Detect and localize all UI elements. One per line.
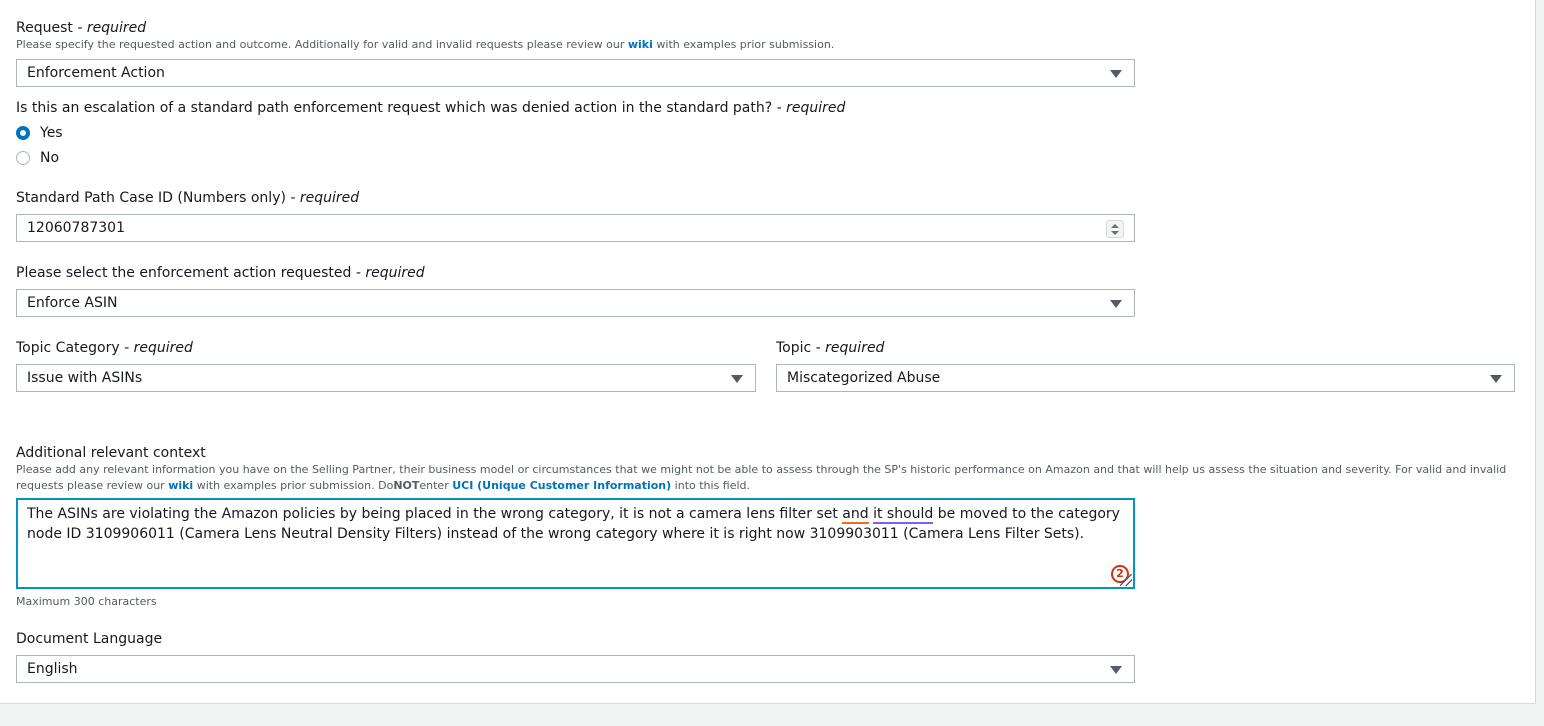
request-select[interactable]: Enforcement Action: [16, 59, 1135, 87]
escalation-label: Is this an escalation of a standard path…: [16, 100, 846, 116]
request-description: Please specify the requested action and …: [16, 38, 835, 51]
document-language-select[interactable]: English: [16, 655, 1135, 683]
stepper-up-icon[interactable]: [1111, 224, 1119, 228]
escalation-no-label[interactable]: No: [40, 149, 59, 167]
document-language-label: Document Language: [16, 631, 163, 647]
form-panel: Request - required Please specify the re…: [0, 0, 1536, 704]
caret-down-icon: [1110, 70, 1122, 78]
caret-down-icon: [731, 375, 743, 383]
topic-category-label: Topic Category - required: [16, 340, 193, 356]
uci-link[interactable]: UCI (Unique Customer Information): [452, 479, 671, 492]
caret-down-icon: [1110, 300, 1122, 308]
escalation-no-radio[interactable]: [16, 151, 30, 165]
caret-down-icon: [1490, 375, 1502, 383]
escalation-yes-radio[interactable]: [16, 126, 30, 140]
topic-label: Topic - required: [776, 340, 885, 356]
topic-select[interactable]: Miscategorized Abuse: [776, 364, 1515, 392]
context-wiki-link[interactable]: wiki: [168, 479, 193, 492]
caret-down-icon: [1110, 666, 1122, 674]
grammar-suggestion[interactable]: it should: [873, 506, 934, 524]
stepper-down-icon[interactable]: [1111, 231, 1119, 235]
context-label: Additional relevant context: [16, 445, 206, 461]
character-limit-hint: Maximum 300 characters: [16, 595, 157, 608]
escalation-yes-label[interactable]: Yes: [40, 124, 63, 142]
context-description: Please add any relevant information you …: [16, 463, 1507, 492]
request-label: Request - required: [16, 20, 147, 36]
case-id-label: Standard Path Case ID (Numbers only) - r…: [16, 190, 360, 206]
case-id-input[interactable]: 12060787301: [16, 214, 1135, 242]
topic-category-select[interactable]: Issue with ASINs: [16, 364, 756, 392]
grammar-suggestion[interactable]: and: [842, 506, 869, 524]
request-wiki-link[interactable]: wiki: [628, 38, 653, 51]
enforcement-action-select[interactable]: Enforce ASIN: [16, 289, 1135, 317]
stepper-icon[interactable]: [1106, 220, 1124, 238]
resize-grip-icon[interactable]: [1120, 574, 1132, 586]
enforcement-action-label: Please select the enforcement action req…: [16, 265, 425, 281]
context-textarea[interactable]: The ASINs are violating the Amazon polic…: [16, 498, 1135, 589]
